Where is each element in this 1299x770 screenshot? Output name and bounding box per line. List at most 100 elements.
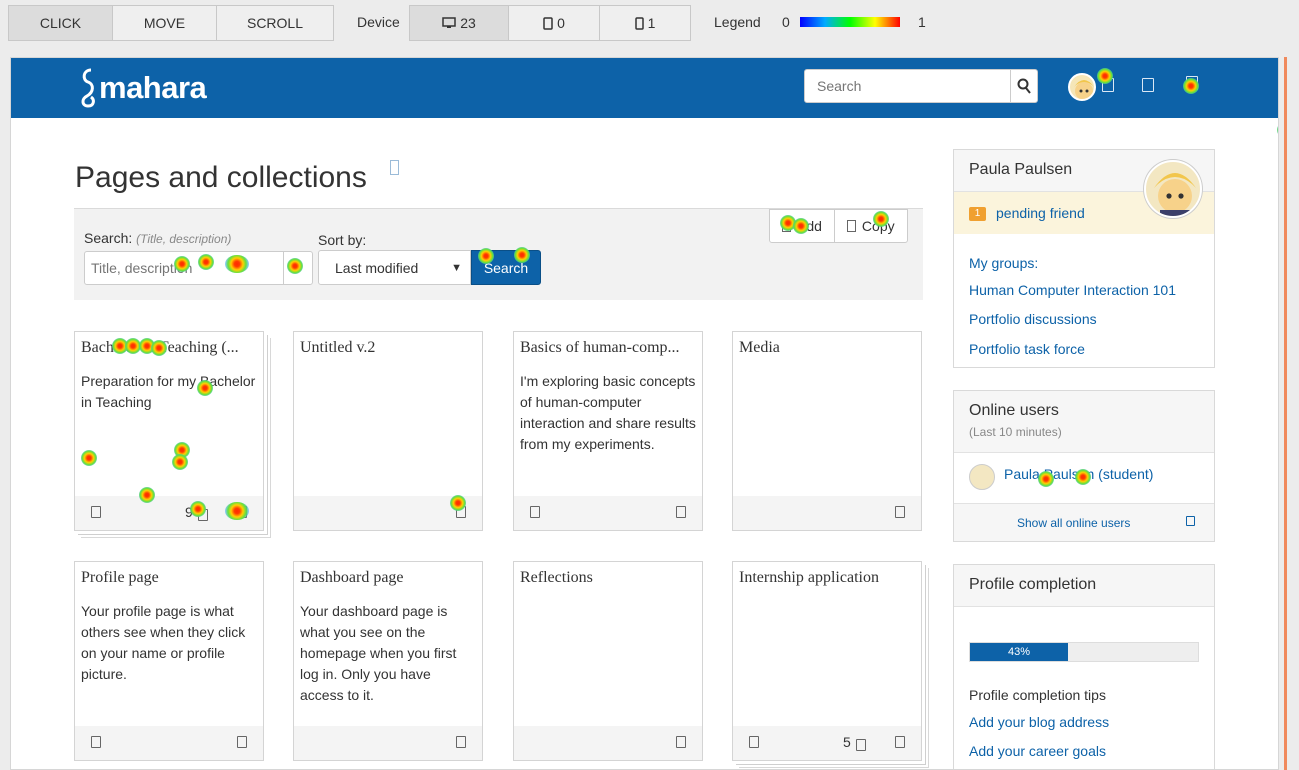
mahara-logo[interactable]: mahara bbox=[77, 66, 207, 110]
collection-icon bbox=[198, 509, 208, 521]
page-actions: Add Copy bbox=[769, 209, 908, 243]
manage-icon[interactable] bbox=[676, 506, 686, 518]
page-scrollbar[interactable] bbox=[1284, 57, 1287, 770]
search-filter-hint: (Title, description) bbox=[136, 232, 232, 246]
tip-link[interactable]: Add your blog address bbox=[969, 714, 1109, 730]
manage-icon[interactable] bbox=[895, 736, 905, 748]
manage-icon[interactable] bbox=[895, 506, 905, 518]
help-icon[interactable] bbox=[390, 160, 399, 175]
card-title[interactable]: Internship application bbox=[739, 569, 917, 587]
add-label: Add bbox=[797, 218, 822, 234]
page-card[interactable]: Basics of human-comp... I'm exploring ba… bbox=[513, 331, 703, 531]
card-title[interactable]: Dashboard page bbox=[300, 569, 478, 587]
page-card[interactable]: Bachelor in Teaching (... Preparation fo… bbox=[74, 331, 264, 531]
group-link[interactable]: Portfolio discussions bbox=[969, 311, 1097, 327]
settings-icon[interactable] bbox=[1142, 78, 1154, 92]
access-icon[interactable] bbox=[91, 736, 101, 748]
tablet-device-button[interactable]: 0 bbox=[509, 6, 600, 40]
online-users-footer: Show all online users bbox=[954, 503, 1214, 541]
sort-select[interactable]: Last modified ▼ bbox=[318, 250, 471, 285]
phone-device-button[interactable]: 1 bbox=[600, 6, 690, 40]
add-button[interactable]: Add bbox=[770, 210, 834, 242]
legend-min: 0 bbox=[782, 14, 790, 30]
select-caret-icon: ▼ bbox=[451, 261, 462, 274]
legend-max: 1 bbox=[918, 14, 926, 30]
card-description: Your profile page is what others see whe… bbox=[81, 603, 246, 682]
arrow-right-icon[interactable] bbox=[1186, 516, 1195, 526]
access-icon[interactable] bbox=[749, 736, 759, 748]
card-footer bbox=[733, 496, 921, 530]
masthead: mahara bbox=[11, 58, 1278, 118]
copy-icon bbox=[846, 220, 856, 232]
header-search bbox=[804, 69, 1038, 103]
site-frame: mahara Pages and collections Search: (Ti… bbox=[10, 57, 1279, 770]
access-icon[interactable] bbox=[91, 506, 101, 518]
manage-icon[interactable] bbox=[237, 506, 247, 518]
collection-count: 9 bbox=[185, 504, 193, 520]
card-title[interactable]: Untitled v.2 bbox=[300, 339, 478, 357]
profile-completion-title: Profile completion bbox=[954, 565, 1214, 607]
mahara-swirl-icon bbox=[81, 68, 95, 108]
group-link[interactable]: Portfolio task force bbox=[969, 341, 1085, 357]
copy-label: Copy bbox=[861, 218, 895, 234]
click-mode-button[interactable]: CLICK bbox=[9, 6, 113, 40]
card-title[interactable]: Reflections bbox=[520, 569, 698, 587]
tablet-icon bbox=[543, 16, 553, 30]
manage-icon[interactable] bbox=[676, 736, 686, 748]
online-user-avatar[interactable] bbox=[969, 464, 995, 490]
page-card[interactable]: Untitled v.2 bbox=[293, 331, 483, 531]
sort-label: Sort by: bbox=[318, 232, 367, 248]
header-search-input[interactable] bbox=[805, 70, 1010, 102]
online-users-header: Online users (Last 10 minutes) bbox=[954, 391, 1214, 453]
online-users-block: Online users (Last 10 minutes) Paula Pau… bbox=[953, 390, 1215, 542]
search-filter-input[interactable] bbox=[85, 252, 283, 284]
page-card[interactable]: Profile page Your profile page is what o… bbox=[74, 561, 264, 761]
heatmap-toolbar: CLICK MOVE SCROLL Device 23 0 1 Legend 0… bbox=[0, 0, 1299, 48]
avatar-image bbox=[1074, 80, 1094, 99]
page-card[interactable]: Reflections bbox=[513, 561, 703, 761]
filter-search-button[interactable]: Search bbox=[471, 250, 541, 285]
desktop-device-button[interactable]: 23 bbox=[410, 6, 509, 40]
card-title[interactable]: Bachelor in Teaching (... bbox=[81, 339, 259, 357]
scroll-mode-button[interactable]: SCROLL bbox=[217, 6, 333, 40]
inbox-icon[interactable] bbox=[1102, 78, 1114, 92]
header-search-button[interactable] bbox=[1010, 70, 1037, 102]
card-title[interactable]: Profile page bbox=[81, 569, 259, 587]
logout-icon[interactable] bbox=[1186, 76, 1198, 90]
completion-progress: 43% bbox=[969, 642, 1199, 662]
tip-link[interactable]: Add your career goals bbox=[969, 743, 1106, 759]
search-filter-label: Search: (Title, description) bbox=[84, 230, 231, 246]
access-icon[interactable] bbox=[530, 506, 540, 518]
profile-avatar[interactable] bbox=[1144, 160, 1202, 218]
move-mode-button[interactable]: MOVE bbox=[113, 6, 217, 40]
card-title[interactable]: Media bbox=[739, 339, 917, 357]
manage-icon[interactable] bbox=[456, 736, 466, 748]
card-footer bbox=[75, 726, 263, 760]
card-description: I'm exploring basic concepts of human-co… bbox=[520, 373, 696, 452]
copy-button[interactable]: Copy bbox=[833, 210, 907, 242]
card-title[interactable]: Basics of human-comp... bbox=[520, 339, 698, 357]
show-all-online-link[interactable]: Show all online users bbox=[1017, 516, 1130, 530]
card-description: Preparation for my Bachelor in Teaching bbox=[81, 373, 256, 410]
chevron-down-icon[interactable]: ▼ bbox=[283, 252, 312, 284]
card-footer bbox=[514, 726, 702, 760]
search-filter-field: ▼ bbox=[84, 251, 313, 285]
collection-icon bbox=[856, 739, 866, 751]
desktop-icon bbox=[442, 17, 456, 28]
group-link[interactable]: Human Computer Interaction 101 bbox=[969, 282, 1176, 298]
page-card[interactable]: Dashboard page Your dashboard page is wh… bbox=[293, 561, 483, 761]
card-description: Your dashboard page is what you see on t… bbox=[300, 603, 457, 703]
sort-value: Last modified bbox=[335, 259, 419, 276]
pending-friend-link[interactable]: pending friend bbox=[996, 205, 1085, 221]
my-groups-label[interactable]: My groups: bbox=[969, 255, 1038, 271]
completion-progress-fill: 43% bbox=[970, 643, 1069, 661]
device-label: Device bbox=[357, 14, 400, 30]
page-card[interactable]: Media bbox=[732, 331, 922, 531]
legend-gradient bbox=[800, 17, 900, 27]
user-avatar[interactable] bbox=[1068, 73, 1096, 101]
online-user-link[interactable]: Paula Paulsen (student) bbox=[1004, 466, 1153, 482]
manage-icon[interactable] bbox=[237, 736, 247, 748]
profile-completion-block: Profile completion 43% Profile completio… bbox=[953, 564, 1215, 769]
manage-icon[interactable] bbox=[456, 506, 466, 518]
page-card[interactable]: Internship application 5 bbox=[732, 561, 922, 761]
